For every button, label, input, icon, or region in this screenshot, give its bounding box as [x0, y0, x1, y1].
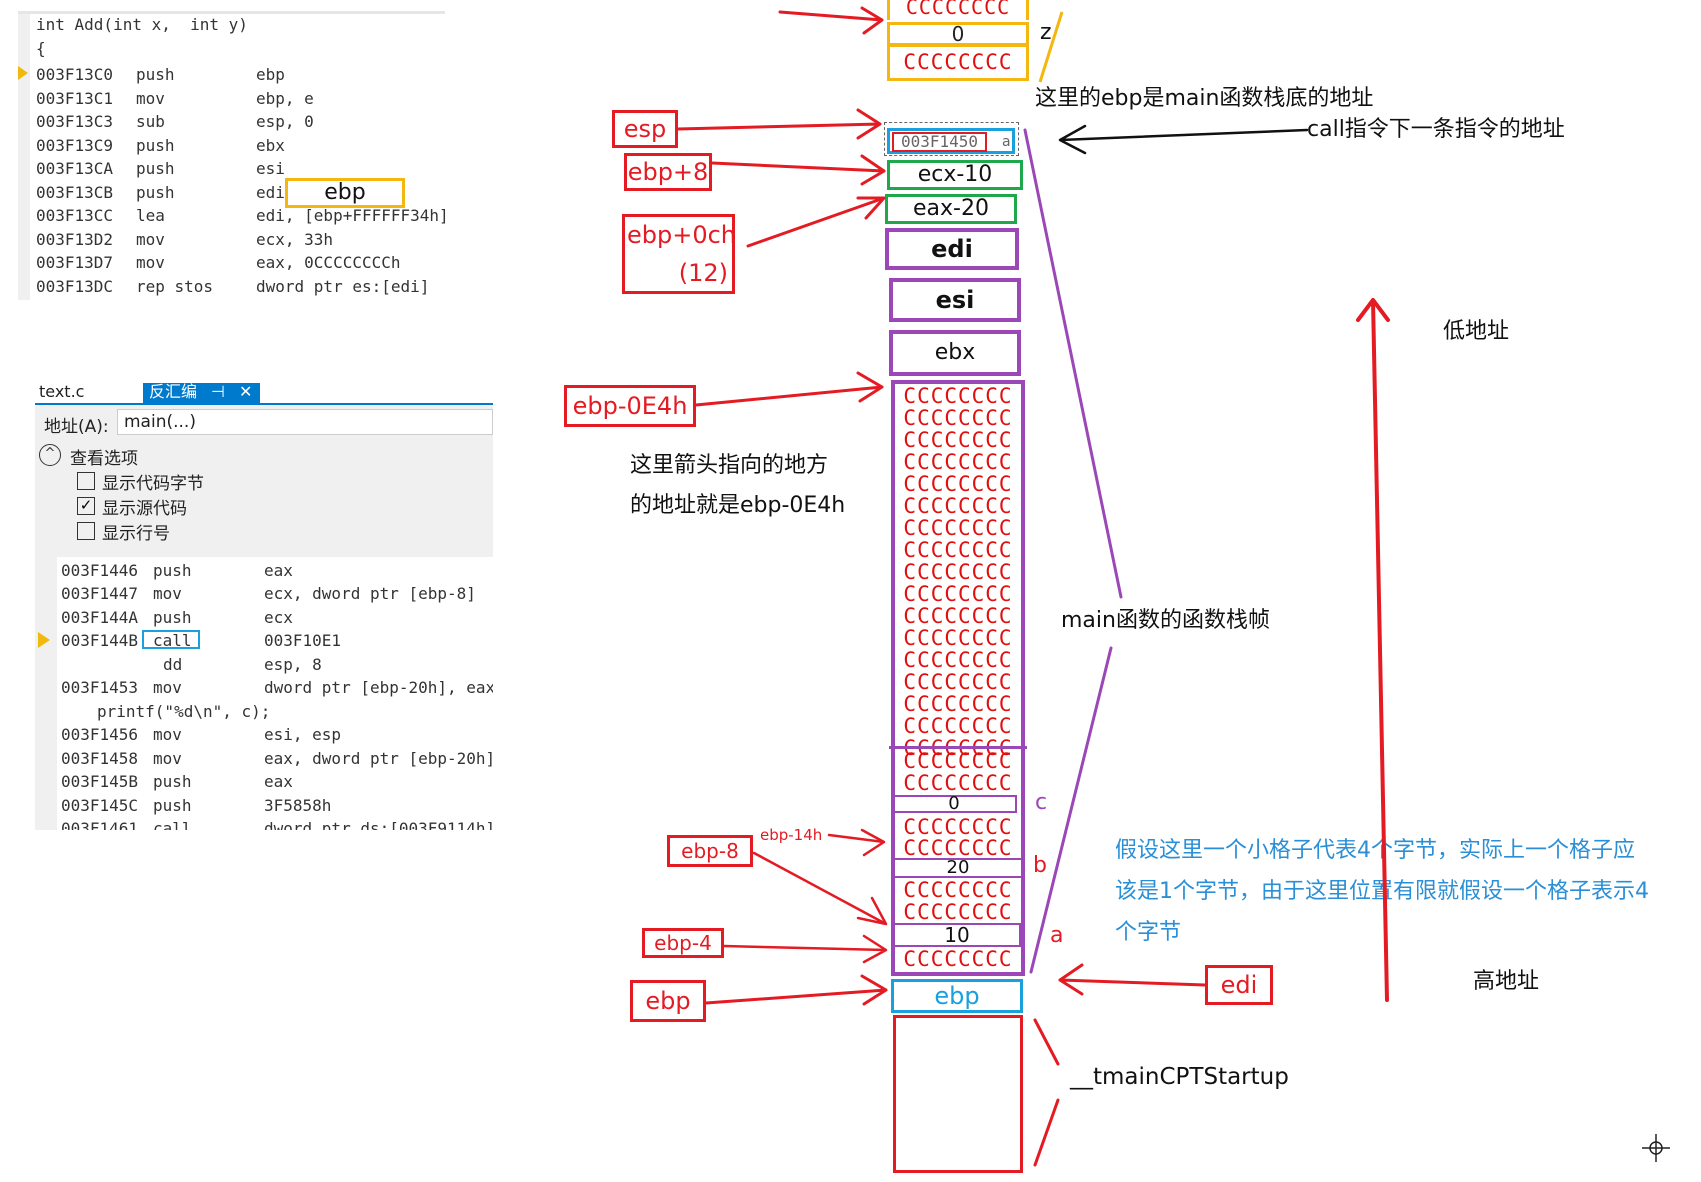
cc-row: CCCCCCCC: [903, 474, 1013, 496]
cc-row: CCCCCCCC: [903, 540, 1013, 562]
cc-rows: CCCCCCCC CCCCCCCC CCCCCCCC CCCCCCCC CCCC…: [895, 386, 1021, 760]
stack-cell-esi: esi: [889, 278, 1021, 322]
b-label: b: [1033, 853, 1047, 878]
note-assume-1: 假设这里一个小格子代表4个字节，实际上一个格子应: [1115, 838, 1635, 863]
label-ebp-plus-0ch-text: ebp+0ch: [627, 221, 737, 249]
label-ebp-minus-8: ebp-8: [667, 835, 753, 867]
stack-cell-c: 0: [891, 795, 1017, 813]
cc-row: CCCCCCCC: [903, 606, 1013, 628]
label-ebp: ebp: [630, 980, 706, 1022]
cc-row: CCCCCCCC: [903, 902, 1013, 924]
note-high-address: 高地址: [1473, 969, 1540, 994]
cc-row: CCCCCCCC: [903, 817, 1013, 839]
stack-cell-b: 20: [893, 858, 1023, 878]
stack-cell-cc-top2: CCCCCCCC: [887, 44, 1029, 81]
cc-row: CCCCCCCC: [903, 628, 1013, 650]
stack-diagram: CCCCCCCC 0 CCCCCCCC z 003F1450 a ecx-10 …: [0, 0, 1701, 1182]
a-label: a: [1050, 923, 1064, 948]
note-assume-3: 个字节: [1115, 920, 1182, 945]
cc-row: CCCCCCCC: [903, 650, 1013, 672]
cc-row: CCCCCCCC: [903, 694, 1013, 716]
label-esp: esp: [612, 110, 678, 148]
label-edi: edi: [1205, 965, 1273, 1005]
note-arrow-here-1: 这里箭头指向的地方: [630, 453, 829, 478]
stack-cell-edi: edi: [885, 228, 1019, 270]
caller-frame-label: __tmainCPTStartup: [1070, 1064, 1289, 1090]
cc-divider: [889, 746, 1027, 749]
stack-cell-eax: eax-20: [885, 194, 1017, 224]
yellow-slash: [1038, 11, 1064, 83]
cc-row: CCCCCCCC: [903, 386, 1013, 408]
cc-row: CCCCCCCC: [903, 452, 1013, 474]
cc-row: CCCCCCCC: [903, 880, 1013, 902]
stack-cell-cc-top: CCCCCCCC: [887, 0, 1029, 20]
stack-cell-zero-top: 0: [887, 22, 1029, 46]
label-ebp-minus-14h: ebp-14h: [760, 826, 823, 844]
note-frame: main函数的函数栈帧: [1061, 608, 1270, 633]
cc-row: CCCCCCCC: [903, 562, 1013, 584]
stack-cell-a: 10: [893, 923, 1021, 947]
note-call-next: call指令下一条指令的地址: [1307, 117, 1565, 142]
note-main-ebp: 这里的ebp是main函数栈底的地址: [1035, 86, 1374, 111]
cc-row: CCCCCCCC: [903, 584, 1013, 606]
caller-frame-box: [893, 1015, 1023, 1173]
cc-row: CCCCCCCC: [903, 716, 1013, 738]
cc-bottom: [891, 972, 1025, 976]
cc-row: CCCCCCCC: [903, 672, 1013, 694]
note-low-address: 低地址: [1443, 319, 1510, 344]
cc-row: CCCCCCCC: [903, 949, 1013, 971]
cc-row: CCCCCCCC: [903, 408, 1013, 430]
cc-row: CCCCCCCC: [903, 773, 1013, 795]
stack-cell-ebx: ebx: [889, 330, 1021, 376]
label-twelve-text: (12): [678, 259, 728, 287]
label-ebp-plus-8: ebp+8: [624, 153, 712, 191]
label-ebp-plus-0ch: ebp+0ch (12): [622, 214, 737, 294]
label-ebp-minus-0e4h: ebp-0E4h: [564, 385, 696, 427]
note-assume-2: 该是1个字节，由于这里位置有限就假设一个格子表示4: [1115, 879, 1649, 904]
cc-row: CCCCCCCC: [903, 518, 1013, 540]
ret-addr-suffix: a: [1002, 134, 1011, 150]
cc-row: CCCCCCCC: [903, 430, 1013, 452]
note-arrow-here-2: 的地址就是ebp-0E4h: [630, 493, 846, 518]
label-ebp-minus-4: ebp-4: [642, 928, 724, 958]
stack-cell-ebp: ebp: [891, 979, 1023, 1013]
c-label: c: [1035, 790, 1048, 815]
ret-addr-value: 003F1450: [892, 132, 987, 152]
stack-cell-ecx: ecx-10: [887, 160, 1023, 190]
cc-row: CCCCCCCC: [903, 751, 1013, 773]
ret-addr-cell: 003F1450 a: [887, 128, 1015, 154]
cc-row: CCCCCCCC: [903, 496, 1013, 518]
